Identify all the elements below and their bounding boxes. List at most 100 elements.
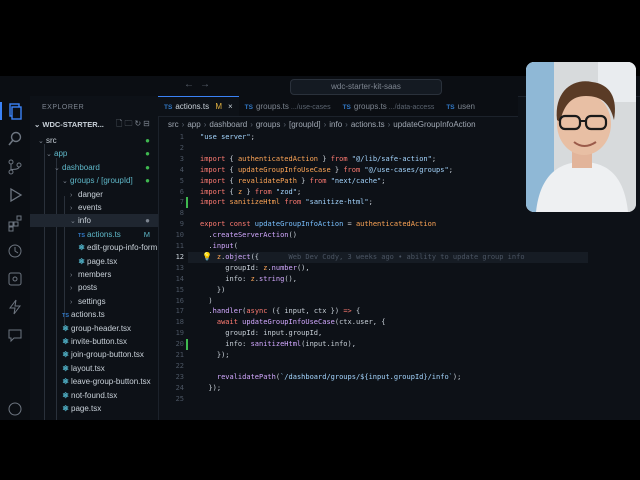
code-line[interactable]: import { authenticatedAction } from "@/l… — [200, 154, 436, 165]
chat-icon[interactable] — [6, 326, 24, 344]
line-number: 4 — [179, 165, 184, 174]
git-change-marker — [186, 339, 188, 351]
code-line[interactable]: .handler(async ({ input, ctx }) => { — [200, 306, 360, 317]
tree-item[interactable]: ⚛ group-header.tsx — [30, 322, 158, 335]
line-number: 1 — [179, 133, 184, 141]
chevron-right-icon: › — [323, 120, 327, 129]
refresh-icon[interactable]: ↻ — [134, 119, 143, 128]
extensions-icon[interactable] — [6, 214, 24, 232]
account-icon[interactable] — [6, 400, 24, 418]
breadcrumb-segment[interactable]: src — [168, 120, 179, 129]
lightning-icon[interactable] — [6, 298, 24, 316]
tree-item[interactable]: ⌄ dashboard ● — [30, 161, 158, 174]
breadcrumb-segment[interactable]: updateGroupInfoAction — [393, 120, 475, 129]
line-number: 24 — [175, 383, 184, 392]
forward-arrow-icon[interactable]: → — [200, 79, 210, 90]
tree-item[interactable]: ⚛ not-found.tsx — [30, 389, 158, 402]
tree-item[interactable]: ⌄ groups / [groupId] ● — [30, 174, 158, 187]
code-line[interactable]: groupId: z.number(), — [200, 263, 309, 274]
tree-item[interactable]: ⌄ src ● — [30, 134, 158, 147]
code-line[interactable]: import { updateGroupInfoUseCase } from "… — [200, 165, 453, 176]
breadcrumb-segment[interactable]: info — [329, 120, 342, 129]
breadcrumb-segment[interactable]: groups — [256, 120, 280, 129]
tree-item-label: join-group-button.tsx — [71, 350, 144, 360]
tree-item-label: info — [78, 216, 91, 226]
tab-label: groups.ts — [255, 102, 289, 111]
editor-tab[interactable]: TS actions.ts M × — [158, 96, 239, 116]
line-number: 22 — [175, 361, 184, 370]
tree-item-label: dashboard — [62, 162, 100, 172]
tree-item[interactable]: › events — [30, 201, 158, 214]
remote-explorer-icon[interactable] — [6, 270, 24, 288]
tree-item[interactable]: ⚛ join-group-button.tsx — [30, 348, 158, 361]
code-line[interactable]: import { revalidatePath } from "next/cac… — [200, 176, 386, 187]
code-line[interactable]: info: sanitizeHtml(input.info), — [200, 339, 356, 350]
back-arrow-icon[interactable]: ← — [184, 79, 194, 90]
chevron-right-icon: › — [345, 120, 348, 129]
line-number: 16 — [175, 296, 184, 305]
tree-item[interactable]: › danger — [30, 188, 158, 201]
code-line[interactable]: import { z } from "zod"; — [200, 187, 301, 198]
breadcrumb-segment[interactable]: [groupId] — [289, 120, 321, 129]
git-status-dot: ● — [145, 216, 150, 226]
code-line[interactable]: .input( — [200, 241, 238, 252]
react-file-icon: ⚛ — [78, 256, 86, 266]
editor-tabs: TS actions.ts M × TS groups.ts .../use-cases T… — [158, 96, 518, 117]
code-line[interactable]: }); — [200, 350, 230, 361]
chevron-right-icon: › — [387, 120, 391, 129]
tree-item[interactable]: ⚛ edit-group-info-form... — [30, 241, 158, 254]
source-control-icon[interactable] — [6, 158, 24, 176]
code-line[interactable]: }); — [200, 383, 221, 394]
code-line[interactable]: "use server"; — [200, 132, 255, 143]
breadcrumb-segment[interactable]: actions.ts — [351, 120, 385, 129]
chevron-right-icon: › — [250, 120, 253, 129]
close-icon[interactable]: × — [228, 102, 233, 111]
code-line[interactable]: revalidatePath(`/dashboard/groups/${inpu… — [200, 372, 461, 383]
tree-item[interactable]: › posts — [30, 281, 158, 294]
collapse-icon[interactable]: ⊟ — [143, 119, 152, 128]
modified-badge: M — [143, 229, 150, 239]
tree-item[interactable]: ⚛ page.tsx — [30, 255, 158, 268]
code-line[interactable]: ) — [200, 296, 212, 307]
editor-tab[interactable]: TS groups.ts .../use-cases — [239, 97, 337, 116]
line-number: 5 — [179, 176, 184, 185]
tree-item[interactable]: ⚛ layout.tsx — [30, 362, 158, 375]
tree-item[interactable]: ⌄ app ● — [30, 147, 158, 160]
code-line[interactable]: export const updateGroupInfoAction = aut… — [200, 219, 436, 230]
tree-item[interactable]: ⌄ info ● — [30, 214, 158, 228]
line-number: 21 — [175, 351, 184, 359]
chevron-down-icon: ⌄ — [46, 151, 52, 159]
react-file-icon: ⚛ — [78, 243, 86, 253]
search-icon[interactable] — [6, 130, 24, 148]
tree-item[interactable]: › settings — [30, 295, 158, 308]
code-line[interactable]: groupId: input.groupId, — [200, 328, 322, 339]
code-line[interactable]: }) — [200, 285, 225, 296]
tree-item[interactable]: ⚛ page.tsx — [30, 402, 158, 415]
webcam-overlay — [526, 62, 636, 212]
code-line[interactable]: info: z.string(), — [200, 274, 297, 285]
code-line[interactable]: .createServerAction() — [200, 230, 297, 241]
line-number: 6 — [179, 187, 184, 196]
code-line[interactable]: await updateGroupInfoUseCase(ctx.user, { — [200, 317, 386, 328]
code-line[interactable]: import sanitizeHtml from "sanitize-html"… — [200, 197, 373, 208]
breadcrumb-segment[interactable]: app — [187, 120, 200, 129]
new-folder-icon[interactable]: 🗀 — [124, 119, 134, 128]
editor-tab[interactable]: TS groups.ts .../data-access — [337, 97, 441, 116]
tree-item[interactable]: › members — [30, 268, 158, 281]
run-debug-icon[interactable] — [6, 186, 24, 204]
tree-item[interactable]: TS actions.ts — [30, 308, 158, 321]
tab-label: groups.ts — [353, 102, 387, 111]
editor-tab[interactable]: TS usen — [440, 97, 481, 116]
timeline-icon[interactable] — [6, 242, 24, 260]
explorer-icon[interactable] — [0, 102, 24, 120]
workspace-root[interactable]: ⌄ WDC-STARTER... — [34, 120, 104, 129]
command-center-search[interactable]: wdc-starter-kit-saas — [290, 79, 442, 95]
tree-item[interactable]: TS actions.ts M — [30, 228, 158, 241]
line-number: 14 — [175, 274, 184, 283]
breadcrumb-segment[interactable]: dashboard — [209, 120, 247, 129]
tree-item-label: groups / [groupId] — [70, 176, 133, 186]
line-number: 15 — [175, 285, 184, 294]
tree-item[interactable]: ⚛ leave-group-button.tsx — [30, 375, 158, 388]
code-line[interactable]: z.object({ Web Dev Cody, 3 weeks ago • a… — [200, 252, 525, 263]
tree-item[interactable]: ⚛ invite-button.tsx — [30, 335, 158, 348]
